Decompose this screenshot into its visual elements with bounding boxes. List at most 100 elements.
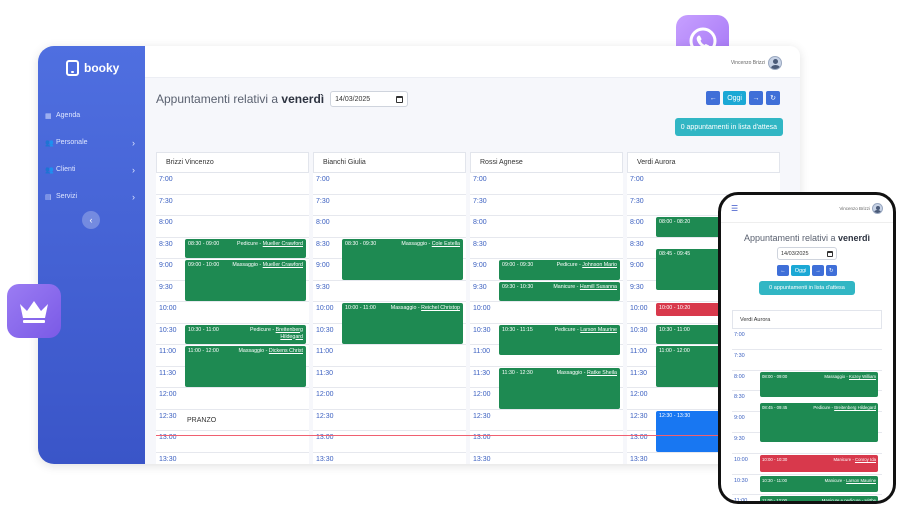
appointment-client-link[interactable]: Breitenberg Hildegard bbox=[276, 327, 303, 340]
time-slot[interactable]: 11:30 bbox=[313, 367, 466, 388]
time-slot[interactable]: 7:30 bbox=[156, 195, 309, 216]
time-slot[interactable]: 8:00 bbox=[470, 216, 623, 238]
phone-appointment-block[interactable]: 10:30 - 11:00 Manicure - Larson Maurine bbox=[760, 475, 878, 493]
time-slot[interactable]: 10:00 bbox=[470, 302, 623, 324]
time-slot[interactable]: 7:30 bbox=[313, 195, 466, 216]
sidebar-item-agenda[interactable]: ▦ Agenda bbox=[38, 102, 145, 129]
appointment-time: 11:00 - 12:00 bbox=[188, 348, 219, 354]
time-slot[interactable]: 12:30 bbox=[156, 410, 309, 431]
time-slot[interactable]: 13:30 bbox=[470, 453, 623, 465]
appointment-client-link[interactable]: Reichel Christop bbox=[421, 305, 460, 311]
appointment-client-link[interactable]: Cole Estella bbox=[432, 241, 460, 247]
appointment-client-link[interactable]: Kozey William bbox=[849, 374, 876, 379]
time-slot[interactable]: 12:00 bbox=[313, 388, 466, 410]
time-slot[interactable]: 8:00 bbox=[156, 216, 309, 238]
time-slot[interactable]: 8:00 bbox=[313, 216, 466, 238]
phone-logo-icon bbox=[66, 60, 79, 76]
brand-name: booky bbox=[84, 61, 120, 75]
phone-time-slot[interactable]: 7:30 bbox=[732, 350, 882, 371]
phone-waitlist-button[interactable]: 0 appuntamenti in lista d'attesa bbox=[759, 281, 855, 295]
sidebar-item-label: Servizi bbox=[56, 193, 78, 200]
time-slot[interactable]: 7:30 bbox=[470, 195, 623, 216]
time-slot[interactable]: 12:00 bbox=[156, 388, 309, 410]
date-picker-input[interactable]: 14/03/2025 bbox=[330, 91, 409, 107]
appointment-block[interactable]: 09:00 - 09:30 Pedicure - Johnson Mario bbox=[499, 260, 620, 280]
waitlist-button[interactable]: 0 appuntamenti in lista d'attesa bbox=[674, 118, 783, 136]
appointment-block[interactable]: 11:30 - 12:30 Massaggio - Ratke Sheila bbox=[499, 367, 620, 409]
time-slot[interactable]: 7:00 bbox=[156, 173, 309, 195]
phone-appointment-block[interactable]: 10:00 - 10:30 Manicure - Conroy Ida bbox=[760, 454, 878, 472]
refresh-button[interactable]: ↻ bbox=[766, 91, 780, 105]
today-button[interactable]: Oggi bbox=[723, 91, 746, 105]
phone-topbar: ☰ Vincenzo Brizzi bbox=[721, 195, 893, 223]
appointment-block[interactable]: 08:30 - 09:30 Massaggio - Cole Estella bbox=[342, 238, 463, 280]
chevron-right-icon: › bbox=[132, 137, 135, 148]
phone-title-day: venerdì bbox=[838, 233, 871, 243]
appointment-time: 12:30 - 13:30 bbox=[659, 412, 691, 419]
calendar-icon bbox=[396, 95, 404, 103]
appointment-time: 09:30 - 10:30 bbox=[502, 283, 534, 290]
prev-day-button[interactable]: ← bbox=[706, 91, 721, 105]
time-slot[interactable]: 7:00 bbox=[313, 173, 466, 195]
time-slot[interactable]: 12:30 bbox=[313, 410, 466, 431]
phone-time-slot[interactable]: 7:00 bbox=[732, 329, 882, 350]
column-header: Bianchi Giulia bbox=[313, 152, 466, 173]
phone-appointment-block[interactable]: 08:00 - 09:00 Massaggio - Kozey William bbox=[760, 371, 878, 397]
appointment-block[interactable]: 11:00 - 12:00 Massaggio - Dickens Christ bbox=[185, 346, 306, 387]
time-slot[interactable]: 8:30 bbox=[470, 238, 623, 259]
column-header: Brizzi Vincenzo bbox=[156, 152, 309, 173]
appointment-client-link[interactable]: Breitenberg Hildegard bbox=[834, 405, 876, 410]
appointment-block[interactable]: 10:30 - 11:00 Pedicure - Breitenberg Hild… bbox=[185, 324, 306, 344]
time-slot[interactable]: 12:30 bbox=[470, 410, 623, 431]
appointment-block[interactable]: 09:00 - 10:00 Massaggio - Mueller Crawfor… bbox=[185, 260, 306, 301]
time-slot[interactable]: 7:00 bbox=[470, 173, 623, 195]
phone-date-nav: ← Oggi → ↻ bbox=[721, 265, 893, 276]
appointment-service: Massaggio - bbox=[824, 373, 850, 379]
phone-date-picker[interactable]: 14/03/2025 bbox=[777, 247, 837, 260]
hamburger-menu-icon[interactable]: ☰ bbox=[731, 204, 738, 213]
phone-appointment-block[interactable]: 08:45 - 09:45 Pedicure - Breitenberg Hild… bbox=[760, 402, 878, 443]
appointment-client-link[interactable]: Mueller Crawford bbox=[263, 262, 303, 268]
time-slot[interactable]: 11:00 bbox=[313, 345, 466, 367]
appointment-client-link[interactable]: Johnson Mario bbox=[582, 262, 617, 268]
time-slot[interactable]: 13:30 bbox=[313, 453, 466, 465]
next-day-button[interactable]: → bbox=[749, 91, 763, 105]
appointment-client-link[interactable]: Dickens Christ bbox=[269, 348, 303, 354]
user-name: Vincenzo Brizzi bbox=[730, 60, 765, 66]
appointment-block[interactable]: 09:30 - 10:30 Manicure - Hamill Susanna bbox=[499, 281, 620, 301]
sidebar-item-clienti[interactable]: 👥 Clienti › bbox=[38, 156, 145, 183]
appointment-client-link[interactable]: Mueller Crawford bbox=[263, 241, 303, 247]
brand-logo[interactable]: booky bbox=[66, 60, 119, 76]
time-slot[interactable]: 9:30 bbox=[313, 281, 466, 302]
appointment-client-link[interactable]: Ratke Sheila bbox=[587, 370, 617, 376]
topbar: Vincenzo Brizzi bbox=[145, 46, 800, 78]
appointment-time: 09:00 - 09:30 bbox=[502, 262, 534, 268]
phone-refresh-button[interactable]: ↻ bbox=[825, 265, 837, 276]
phone-user-menu[interactable]: Vincenzo Brizzi bbox=[839, 203, 883, 214]
appointment-client-link[interactable]: Hirthe bbox=[865, 498, 876, 501]
appointment-block[interactable]: 10:30 - 11:15 Pedicure - Larson Maurine bbox=[499, 324, 620, 355]
crown-icon bbox=[20, 301, 48, 323]
appointment-service: Manicure - bbox=[824, 477, 847, 483]
phone-next-button[interactable]: → bbox=[812, 265, 824, 276]
appointment-block[interactable]: 08:30 - 09:00 Pedicure - Mueller Crawford bbox=[185, 238, 306, 258]
appointment-client-link[interactable]: Conroy Ida bbox=[855, 457, 876, 462]
phone-today-button[interactable]: Oggi bbox=[790, 265, 811, 276]
appointment-block[interactable]: 10:00 - 11:00 Massaggio - Reichel Christo… bbox=[342, 303, 463, 344]
appointment-service: Manicure - bbox=[553, 283, 580, 290]
column-header: Verdi Aurora bbox=[627, 152, 780, 173]
phone-prev-button[interactable]: ← bbox=[777, 265, 789, 276]
appointment-time: 08:00 - 08:20 bbox=[659, 219, 691, 225]
appointment-client-link[interactable]: Hamill Susanna bbox=[580, 284, 617, 290]
appointment-client-link[interactable]: Larson Maurine bbox=[846, 478, 876, 483]
sidebar-item-servizi[interactable]: ▤ Servizi › bbox=[38, 183, 145, 210]
appointment-client-link[interactable]: Larson Maurine bbox=[580, 327, 617, 333]
phone-appointment-block[interactable]: 11:00 - 12:00 Manicure e pedicure - Hirth… bbox=[760, 496, 878, 501]
staff-column: Brizzi Vincenzo 7:00 7:30 8:00 8:30 9:00 9:30 1… bbox=[156, 152, 309, 464]
sidebar-item-personale[interactable]: 👥 Personale › bbox=[38, 129, 145, 156]
time-slot[interactable]: 10:00 bbox=[156, 302, 309, 324]
user-menu[interactable]: Vincenzo Brizzi bbox=[731, 56, 782, 70]
time-slot[interactable]: 13:30 bbox=[156, 453, 309, 465]
sidebar-collapse-button[interactable]: ‹ bbox=[82, 211, 100, 229]
schedule-grid: Brizzi Vincenzo 7:00 7:30 8:00 8:30 9:00 9:30 1… bbox=[156, 152, 782, 464]
